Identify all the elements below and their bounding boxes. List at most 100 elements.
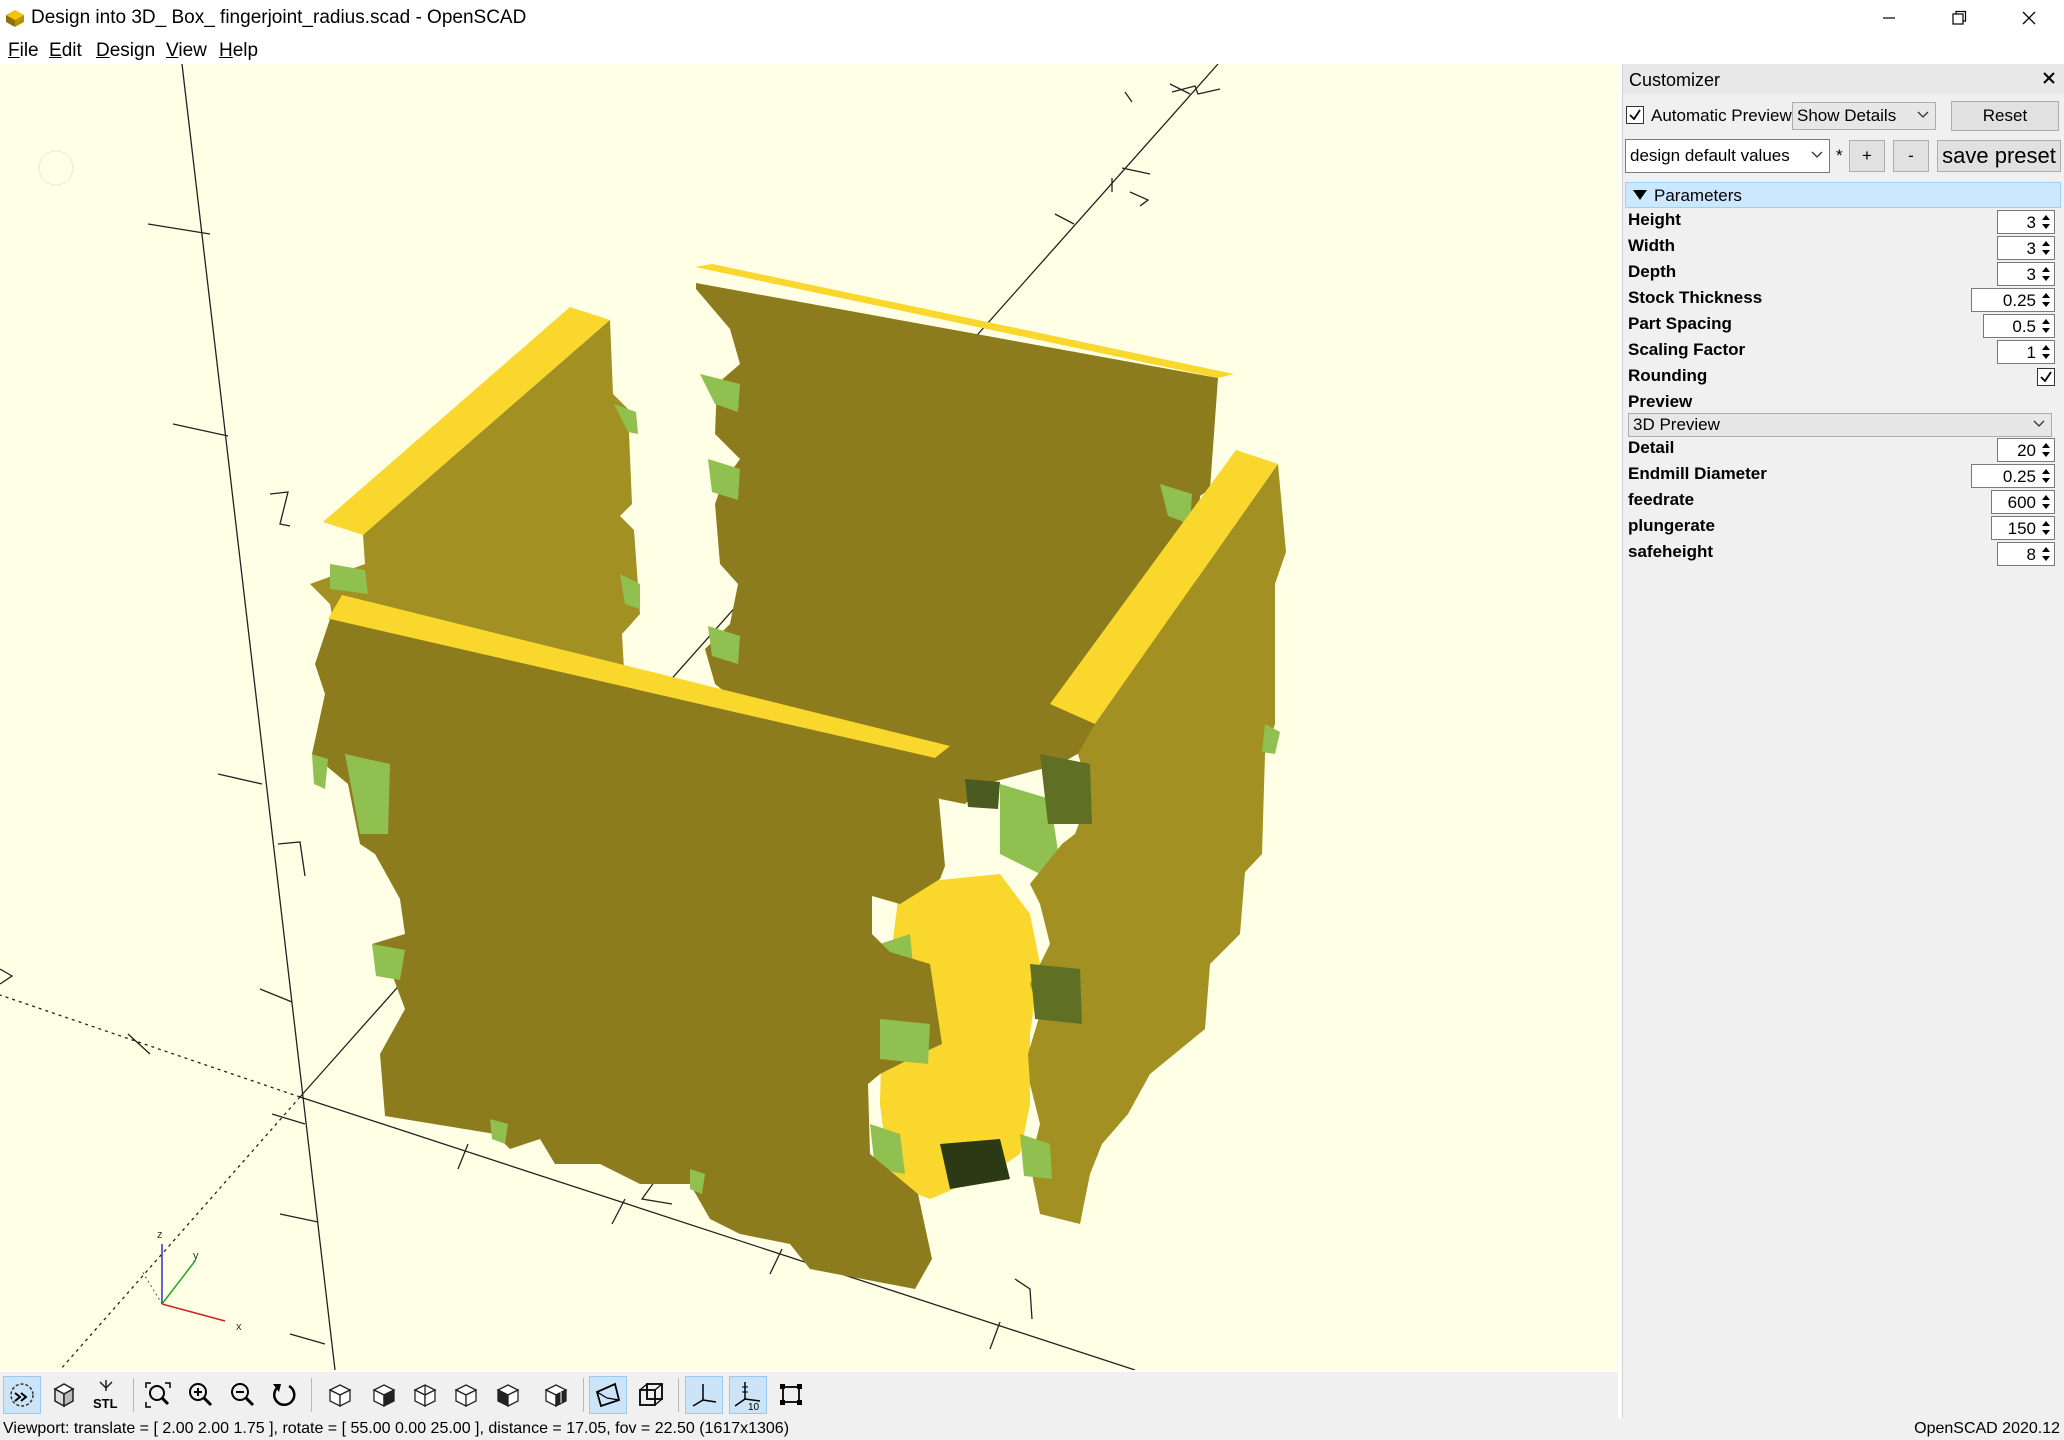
scaling-factor-spinbox[interactable]: 1 bbox=[1997, 340, 2055, 364]
reset-view-button[interactable] bbox=[265, 1376, 303, 1414]
zoom-out-button[interactable] bbox=[223, 1376, 261, 1414]
param-label: Part Spacing bbox=[1628, 314, 1732, 333]
rounding-checkbox[interactable] bbox=[2037, 368, 2055, 386]
view-back-icon bbox=[544, 1384, 568, 1408]
automatic-preview-label: Automatic Preview bbox=[1651, 106, 1792, 125]
spinner-arrows-icon bbox=[2042, 521, 2050, 535]
close-customizer-button[interactable] bbox=[2043, 67, 2055, 90]
view-front-button[interactable] bbox=[489, 1376, 527, 1414]
plungerate-spinbox[interactable]: 150 bbox=[1991, 516, 2055, 540]
zoom-in-button[interactable] bbox=[181, 1376, 219, 1414]
openscad-app-icon bbox=[6, 10, 24, 27]
param-row-preview-select: 3D Preview bbox=[1623, 412, 2064, 437]
zoom-out-icon bbox=[231, 1383, 255, 1407]
param-row-stock-thickness: Stock Thickness 0.25 bbox=[1623, 286, 2064, 312]
spinner-arrows-icon bbox=[2042, 241, 2050, 255]
automatic-preview-checkbox[interactable] bbox=[1626, 106, 1644, 124]
version-label: OpenSCAD 2020.12 bbox=[1914, 1420, 2060, 1437]
width-spinbox[interactable]: 3 bbox=[1997, 236, 2055, 260]
save-preset-button[interactable]: save preset bbox=[1937, 140, 2061, 172]
show-edges-button[interactable] bbox=[772, 1376, 810, 1414]
viewport-scene: z y x bbox=[0, 64, 1286, 1370]
show-edges-icon bbox=[780, 1384, 802, 1405]
gizmo-z-label: z bbox=[157, 1229, 163, 1241]
checkmark-icon bbox=[2040, 371, 2052, 383]
menu-help[interactable]: Help bbox=[219, 40, 258, 62]
param-row-safeheight: safeheight 8 bbox=[1623, 540, 2064, 566]
menu-edit[interactable]: Edit bbox=[49, 40, 82, 62]
spinner-arrows-icon bbox=[2042, 469, 2050, 483]
box-model bbox=[310, 264, 1286, 1289]
view-right-button[interactable] bbox=[321, 1376, 359, 1414]
details-mode-select[interactable]: Show Details bbox=[1792, 102, 1936, 130]
spinner-arrows-icon bbox=[2042, 319, 2050, 333]
render-button[interactable] bbox=[45, 1376, 83, 1414]
depth-spinbox[interactable]: 3 bbox=[1997, 262, 2055, 286]
close-icon bbox=[2043, 72, 2055, 84]
perspective-icon bbox=[595, 1382, 621, 1408]
spinner-arrows-icon bbox=[2042, 215, 2050, 229]
3d-viewport[interactable]: z y x bbox=[0, 64, 1618, 1370]
view-top-icon bbox=[372, 1384, 396, 1408]
param-row-part-spacing: Part Spacing 0.5 bbox=[1623, 312, 2064, 338]
param-row-rounding: Rounding bbox=[1623, 364, 2064, 390]
parameters-group-header[interactable]: Parameters bbox=[1625, 182, 2061, 208]
orthogonal-button[interactable] bbox=[632, 1376, 670, 1414]
endmill-diameter-spinbox[interactable]: 0.25 bbox=[1971, 464, 2055, 488]
restore-button[interactable] bbox=[1924, 0, 1994, 36]
view-bottom-button[interactable] bbox=[406, 1376, 444, 1414]
param-row-width: Width 3 bbox=[1623, 234, 2064, 260]
preview-button[interactable] bbox=[3, 1376, 41, 1414]
view-top-button[interactable] bbox=[365, 1376, 403, 1414]
chevron-down-icon bbox=[1917, 111, 1929, 118]
view-all-button[interactable] bbox=[139, 1376, 177, 1414]
height-spinbox[interactable]: 3 bbox=[1997, 210, 2055, 234]
chevron-down-icon bbox=[1811, 151, 1823, 158]
menu-design[interactable]: Design bbox=[96, 40, 155, 62]
view-back-button[interactable] bbox=[537, 1376, 575, 1414]
preset-modified-marker: * bbox=[1836, 146, 1843, 165]
menu-file[interactable]: File bbox=[8, 40, 39, 62]
zoom-in-icon bbox=[189, 1383, 213, 1407]
preview-icon bbox=[10, 1383, 34, 1407]
show-axes-icon bbox=[692, 1384, 717, 1407]
viewport-toolbar: STL 10 bbox=[0, 1372, 1618, 1418]
remove-preset-button[interactable]: - bbox=[1893, 140, 1929, 172]
customizer-panel: Customizer Automatic Preview Show Detail… bbox=[1622, 64, 2064, 1418]
param-label: Endmill Diameter bbox=[1628, 464, 1767, 483]
view-left-button[interactable] bbox=[447, 1376, 485, 1414]
view-bottom-icon bbox=[413, 1384, 437, 1408]
param-label: feedrate bbox=[1628, 490, 1695, 509]
menu-view[interactable]: View bbox=[166, 40, 207, 62]
show-scale-markers-button[interactable]: 10 bbox=[729, 1376, 767, 1414]
gizmo-y-label: y bbox=[193, 1250, 199, 1262]
safeheight-spinbox[interactable]: 8 bbox=[1997, 542, 2055, 566]
minimize-button[interactable] bbox=[1854, 0, 1924, 36]
detail-spinbox[interactable]: 20 bbox=[1997, 438, 2055, 462]
feedrate-spinbox[interactable]: 600 bbox=[1991, 490, 2055, 514]
export-stl-button[interactable]: STL bbox=[87, 1376, 125, 1414]
reset-view-icon bbox=[273, 1384, 296, 1407]
preset-select[interactable]: design default values bbox=[1625, 139, 1830, 173]
param-row-preview-label: Preview bbox=[1623, 390, 2064, 412]
part-spacing-spinbox[interactable]: 0.5 bbox=[1983, 314, 2055, 338]
preview-mode-select[interactable]: 3D Preview bbox=[1628, 413, 2052, 437]
param-row-endmill-diameter: Endmill Diameter 0.25 bbox=[1623, 462, 2064, 488]
title-bar: Design into 3D_ Box_ fingerjoint_radius.… bbox=[0, 0, 2064, 36]
param-label: Scaling Factor bbox=[1628, 340, 1746, 359]
gizmo-x-label: x bbox=[236, 1321, 242, 1333]
reset-button[interactable]: Reset bbox=[1951, 101, 2059, 131]
perspective-button[interactable] bbox=[589, 1376, 627, 1414]
param-label: Preview bbox=[1628, 392, 1693, 411]
window-title: Design into 3D_ Box_ fingerjoint_radius.… bbox=[31, 7, 527, 28]
view-right-icon bbox=[328, 1384, 352, 1408]
param-row-feedrate: feedrate 600 bbox=[1623, 488, 2064, 514]
viewport-status-text: Viewport: translate = [ 2.00 2.00 1.75 ]… bbox=[3, 1420, 790, 1437]
param-label: Rounding bbox=[1628, 366, 1708, 385]
stock-thickness-spinbox[interactable]: 0.25 bbox=[1971, 288, 2055, 312]
checkmark-icon bbox=[1629, 109, 1641, 121]
close-window-button[interactable] bbox=[1994, 0, 2064, 36]
show-axes-button[interactable] bbox=[685, 1376, 723, 1414]
add-preset-button[interactable]: + bbox=[1849, 140, 1885, 172]
chevron-down-icon bbox=[2033, 420, 2045, 427]
